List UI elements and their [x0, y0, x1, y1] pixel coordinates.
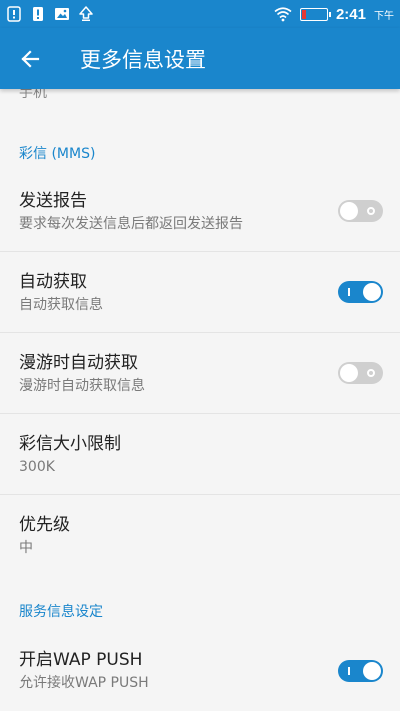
wifi-icon [274, 7, 292, 22]
setting-text: 优先级 中 [0, 513, 70, 558]
setting-send-report[interactable]: 发送报告 要求每次发送信息后都返回发送报告 [0, 171, 400, 252]
setting-title: 彩信大小限制 [19, 433, 121, 454]
app-bar: 更多信息设置 [0, 28, 400, 89]
battery-level [301, 9, 306, 19]
send-report-toggle[interactable] [338, 200, 383, 222]
arrow-back-icon [21, 49, 40, 68]
setting-subtitle: 自动获取信息 [19, 296, 103, 313]
notification-icon [7, 6, 21, 22]
setting-text: 发送报告 要求每次发送信息后都返回发送报告 [0, 189, 243, 234]
setting-value: 中 [19, 540, 33, 556]
toggle-knob [363, 283, 381, 301]
upload-icon [79, 6, 93, 21]
setting-text: 漫游时自动获取 漫游时自动获取信息 [0, 351, 145, 396]
setting-priority[interactable]: 优先级 中 [0, 495, 400, 576]
setting-title: 开启WAP PUSH [19, 650, 143, 670]
setting-subtitle: 允许接收WAP PUSH [19, 675, 149, 691]
setting-text: 自动获取 自动获取信息 [0, 270, 103, 315]
setting-subtitle: 漫游时自动获取信息 [19, 377, 145, 394]
toggle-knob [340, 364, 358, 382]
setting-title: 发送报告 [19, 190, 87, 211]
alert-icon [33, 7, 43, 21]
status-bar: 2:41 下午 [0, 0, 400, 28]
setting-auto-retrieve[interactable]: 自动获取 自动获取信息 [0, 252, 400, 333]
setting-text: 彩信大小限制 300K [0, 432, 121, 477]
section-header-service: 服务信息设定 [19, 604, 103, 620]
setting-title: 自动获取 [19, 271, 87, 292]
toggle-off-mark [367, 207, 375, 215]
setting-mms-size-limit[interactable]: 彩信大小限制 300K [0, 414, 400, 495]
setting-title: 优先级 [19, 515, 70, 535]
toggle-on-mark [348, 288, 350, 296]
setting-wap-push[interactable]: 开启WAP PUSH 允许接收WAP PUSH [0, 630, 400, 711]
status-right: 2:41 下午 [274, 6, 394, 23]
page-title: 更多信息设置 [80, 47, 206, 72]
status-left [6, 6, 94, 22]
toggle-on-mark [348, 666, 350, 675]
clipped-item-text: 手机 [19, 89, 47, 101]
back-button[interactable] [0, 28, 60, 89]
auto-retrieve-toggle[interactable] [338, 281, 383, 303]
setting-value: 300K [19, 458, 55, 475]
settings-list[interactable]: 手机 彩信 (MMS) 发送报告 要求每次发送信息后都返回发送报告 自动获取 自… [0, 89, 400, 711]
roaming-auto-retrieve-toggle[interactable] [338, 362, 383, 384]
status-time: 2:41 [335, 5, 366, 23]
wap-push-toggle[interactable] [338, 659, 383, 682]
image-icon [55, 8, 69, 20]
section-header-mms: 彩信 (MMS) [19, 146, 96, 162]
status-ampm: 下午 [374, 10, 394, 22]
toggle-knob [340, 202, 358, 220]
setting-subtitle: 要求每次发送信息后都返回发送报告 [19, 215, 243, 232]
setting-title: 漫游时自动获取 [19, 352, 138, 373]
setting-text: 开启WAP PUSH 允许接收WAP PUSH [0, 648, 149, 693]
setting-roaming-auto-retrieve[interactable]: 漫游时自动获取 漫游时自动获取信息 [0, 333, 400, 414]
toggle-off-mark [367, 369, 375, 377]
toggle-knob [363, 661, 381, 680]
battery-icon [299, 7, 331, 21]
